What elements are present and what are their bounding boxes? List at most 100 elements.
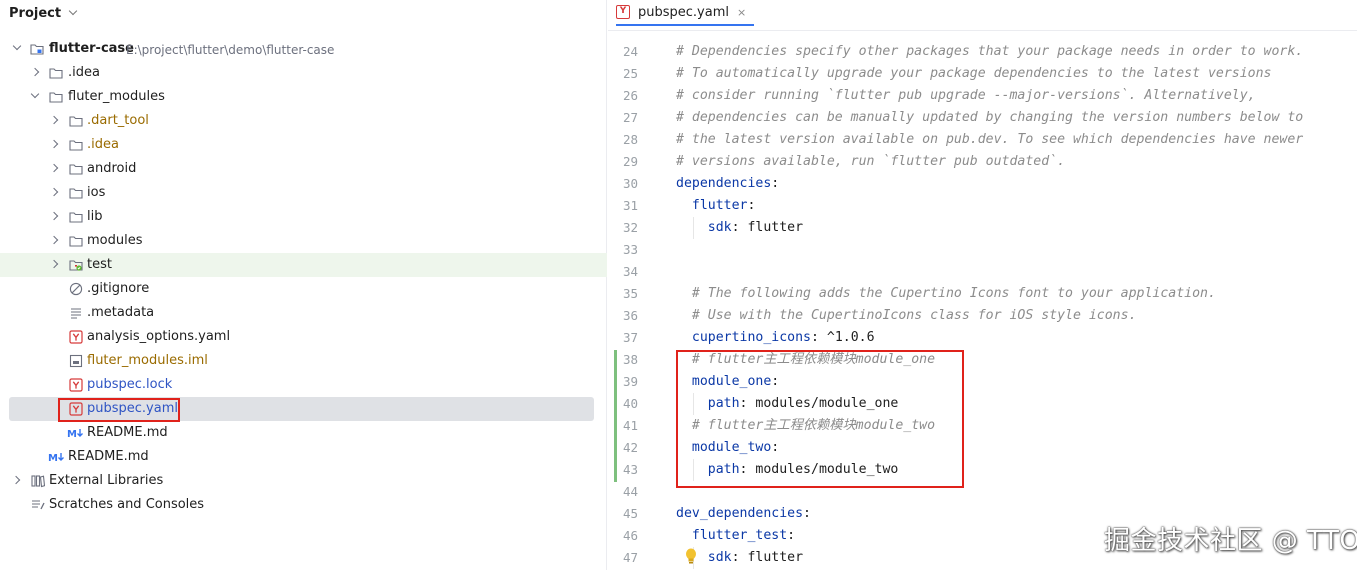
- watermark: 掘金技术社区 @ TTO: [1104, 526, 1357, 556]
- code-line[interactable]: 33: [608, 239, 1357, 261]
- tree-item-metadata[interactable]: .metadata: [0, 301, 607, 325]
- project-path: E:\project\flutter\demo\flutter-case: [126, 43, 335, 57]
- chevron-right-icon[interactable]: [49, 235, 59, 245]
- chevron-right-icon[interactable]: [49, 187, 59, 197]
- tree-item-fluter-modules[interactable]: fluter_modules: [0, 85, 607, 109]
- tree-item-test[interactable]: test: [0, 253, 607, 277]
- close-icon[interactable]: ×: [737, 6, 746, 19]
- line-number: 27: [622, 110, 638, 125]
- tree-item-label: External Libraries: [49, 473, 164, 488]
- code-comment: # dependencies can be manually updated b…: [676, 110, 1304, 125]
- tree-item-android[interactable]: android: [0, 157, 607, 181]
- code-line[interactable]: 30 dependencies:: [608, 173, 1357, 195]
- tree-item-label: fluter_modules: [68, 89, 165, 104]
- code-text: cupertino_icons: ^1.0.6: [676, 327, 875, 349]
- yaml-key: sdk: [707, 550, 732, 565]
- folder-icon: [69, 188, 83, 199]
- code-line[interactable]: 29 # versions available, run `flutter pub…: [608, 151, 1357, 173]
- iml-file-icon: [69, 354, 83, 368]
- yaml-key: dependencies: [676, 176, 772, 191]
- tree-item-scratches[interactable]: Scratches and Consoles: [0, 493, 607, 517]
- line-number: 47: [622, 550, 638, 565]
- chevron-down-icon[interactable]: [30, 89, 40, 99]
- line-number: 28: [622, 132, 638, 147]
- tree-item-idea[interactable]: .idea: [0, 61, 607, 85]
- code-text: # Dependencies specify other packages th…: [676, 41, 1303, 63]
- yaml-colon: :: [747, 198, 756, 213]
- chevron-right-icon[interactable]: [49, 163, 59, 173]
- code-line[interactable]: 34: [608, 261, 1357, 283]
- line-number: 39: [622, 374, 638, 389]
- tree-item-analysis-options[interactable]: analysis_options.yaml: [0, 325, 607, 349]
- code-comment: # versions available, run `flutter pub o…: [676, 154, 1066, 169]
- tree-item-label: .idea: [87, 137, 119, 152]
- code-text: # To automatically upgrade your package …: [676, 63, 1271, 85]
- chevron-right-icon[interactable]: [49, 139, 59, 149]
- project-view-header[interactable]: Project: [9, 4, 78, 22]
- tree-item-ios[interactable]: ios: [0, 181, 607, 205]
- tree-item-modules[interactable]: modules: [0, 229, 607, 253]
- code-line[interactable]: 27 # dependencies can be manually updated…: [608, 107, 1357, 129]
- chevron-right-icon[interactable]: [30, 67, 40, 77]
- chevron-right-icon[interactable]: [49, 211, 59, 221]
- chevron-right-icon[interactable]: [49, 259, 59, 269]
- code-line[interactable]: 32 sdk: flutter: [608, 217, 1357, 239]
- tree-item-flutter-case[interactable]: flutter-case E:\project\flutter\demo\flu…: [0, 37, 607, 61]
- folder-icon: [69, 212, 83, 223]
- line-number: 32: [622, 220, 638, 235]
- folder-icon: [69, 140, 83, 151]
- line-number: 36: [622, 308, 638, 323]
- project-tool-window: Project flutter-case E:\project\flutter\…: [0, 0, 607, 570]
- code-text: dev_dependencies:: [676, 503, 811, 525]
- line-number: 24: [622, 44, 638, 59]
- code-comment: # Dependencies specify other packages th…: [676, 44, 1304, 59]
- line-number: 29: [622, 154, 638, 169]
- tree-item-dart-tool[interactable]: .dart_tool: [0, 109, 607, 133]
- tab-label: pubspec.yaml: [638, 4, 729, 20]
- code-comment: # Use with the CupertinoIcons class for …: [691, 308, 1137, 323]
- code-line[interactable]: 25 # To automatically upgrade your packag…: [608, 63, 1357, 85]
- chevron-right-icon[interactable]: [11, 475, 21, 485]
- tree-item-readme[interactable]: M README.md: [0, 445, 607, 469]
- code-line[interactable]: 36 # Use with the CupertinoIcons class f…: [608, 305, 1357, 327]
- code-line[interactable]: 35 # The following adds the Cupertino Ic…: [608, 283, 1357, 305]
- lightbulb-icon[interactable]: [685, 548, 697, 564]
- tree-item-idea-nested[interactable]: .idea: [0, 133, 607, 157]
- tree-item-label: lib: [87, 209, 103, 224]
- tree-item-label: modules: [87, 233, 143, 248]
- tree-item-label: flutter-case: [49, 41, 134, 56]
- yaml-key: cupertino_icons: [691, 330, 811, 345]
- tree-item-pubspec-lock[interactable]: pubspec.lock: [0, 373, 607, 397]
- code-line[interactable]: 37 cupertino_icons: ^1.0.6: [608, 327, 1357, 349]
- line-number: 46: [622, 528, 638, 543]
- line-number: 38: [622, 352, 638, 367]
- tree-item-label: README.md: [87, 425, 168, 440]
- editor-tab-bar: Y pubspec.yaml ×: [608, 0, 1357, 26]
- chevron-down-icon[interactable]: [12, 41, 22, 51]
- tree-item-label: .idea: [68, 65, 100, 80]
- yaml-file-icon: Y: [616, 5, 630, 19]
- code-line[interactable]: 28 # the latest version available on pub.…: [608, 129, 1357, 151]
- tree-item-readme-nested[interactable]: M README.md: [0, 421, 607, 445]
- tree-item-lib[interactable]: lib: [0, 205, 607, 229]
- yaml-colon: :: [731, 220, 748, 235]
- tab-pubspec-yaml[interactable]: Y pubspec.yaml ×: [616, 0, 755, 26]
- chevron-right-icon[interactable]: [49, 115, 59, 125]
- tree-item-external-libraries[interactable]: External Libraries: [0, 469, 607, 493]
- line-number: 40: [622, 396, 638, 411]
- tree-item-gitignore[interactable]: .gitignore: [0, 277, 607, 301]
- code-line[interactable]: 24 # Dependencies specify other packages …: [608, 41, 1357, 63]
- code-line[interactable]: 26 # consider running `flutter pub upgrad…: [608, 85, 1357, 107]
- svg-text:M: M: [48, 453, 58, 464]
- line-number: 45: [622, 506, 638, 521]
- code-text: # the latest version available on pub.de…: [676, 129, 1303, 151]
- yaml-colon: :: [810, 330, 827, 345]
- tree-item-iml[interactable]: fluter_modules.iml: [0, 349, 607, 373]
- chevron-down-icon[interactable]: [68, 6, 78, 16]
- code-line[interactable]: 31 flutter:: [608, 195, 1357, 217]
- line-number: 44: [622, 484, 638, 499]
